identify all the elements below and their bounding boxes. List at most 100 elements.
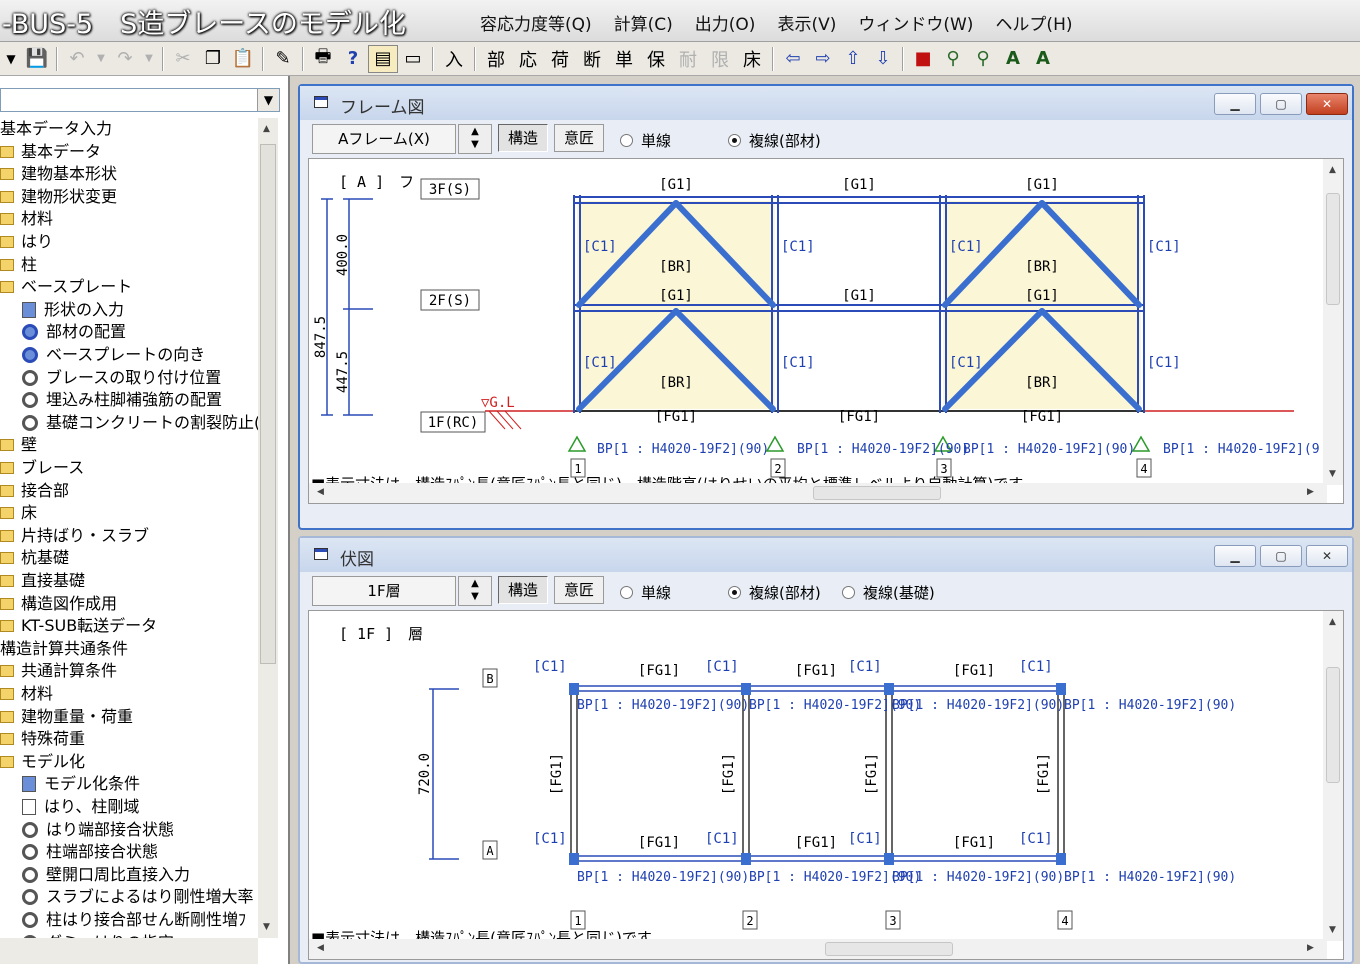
tree-item[interactable]: ベースプレートの向き: [22, 344, 205, 366]
menu-item-window[interactable]: ウィンドウ(W): [858, 10, 973, 35]
spin-down-icon[interactable]: ▼: [471, 139, 479, 150]
menu-item-output[interactable]: 出力(O): [695, 10, 756, 35]
tree-item[interactable]: 柱端部接合状態: [22, 841, 158, 863]
scroll-thumb[interactable]: [825, 942, 953, 956]
zoom-in-icon[interactable]: ⚲: [938, 45, 968, 73]
arrow-left-icon[interactable]: ⇦: [778, 45, 808, 73]
radio-dot[interactable]: [620, 586, 633, 599]
tree-item[interactable]: KT-SUB転送データ: [0, 615, 157, 637]
minimize-button[interactable]: ▁: [1214, 545, 1256, 567]
redo-icon[interactable]: ↷: [110, 45, 140, 73]
toolbar-limit-button[interactable]: 限: [704, 45, 736, 73]
tree-item[interactable]: 基本データ入力: [0, 118, 112, 140]
tree-vertical-scrollbar[interactable]: ▲ ▼: [258, 118, 278, 938]
tree-item[interactable]: ベースプレート: [0, 276, 132, 298]
tree-item[interactable]: 柱: [0, 254, 37, 276]
frame-drawing-canvas[interactable]: [ A ] フ 847.5 400.0 447.5 3F(S) 2F(S) 1F…: [308, 158, 1344, 504]
scroll-thumb[interactable]: [1326, 193, 1340, 305]
plan-vertical-scrollbar[interactable]: ▲ ▼: [1323, 611, 1343, 941]
radio-dot[interactable]: [728, 586, 741, 599]
tree-item[interactable]: 特殊荷重: [0, 728, 85, 750]
radio-dot[interactable]: [842, 586, 855, 599]
single-line-radio[interactable]: 単線: [620, 582, 671, 603]
tree-item[interactable]: 共通計算条件: [0, 660, 117, 682]
help-icon[interactable]: ?: [338, 45, 368, 73]
maximize-button[interactable]: ▢: [1260, 545, 1302, 567]
tree-item[interactable]: ブレースの取り付け位置: [22, 367, 221, 389]
tree-item[interactable]: はり端部接合状態: [22, 819, 174, 841]
tree-item[interactable]: はり、柱剛域: [22, 796, 139, 818]
spin-down-icon[interactable]: ▼: [471, 591, 479, 602]
double-line-foundation-radio[interactable]: 複線(基礎): [842, 582, 935, 603]
paste-icon[interactable]: 📋: [228, 45, 258, 73]
structure-mode-button[interactable]: 構造: [498, 576, 548, 604]
scroll-thumb[interactable]: [813, 486, 941, 500]
menu-item-stress[interactable]: 容応力度等(Q): [480, 10, 592, 35]
double-line-member-radio[interactable]: 複線(部材): [728, 130, 821, 151]
structure-mode-button[interactable]: 構造: [498, 124, 548, 152]
menu-item-help[interactable]: ヘルプ(H): [995, 10, 1072, 35]
tree-item[interactable]: 建物形状変更: [0, 186, 117, 208]
scroll-up-icon[interactable]: ▲: [1329, 165, 1336, 175]
tree-item[interactable]: 建物重量・荷重: [0, 706, 133, 728]
window-icon[interactable]: ▭: [398, 45, 428, 73]
chevron-down-icon[interactable]: ▼: [257, 89, 279, 111]
tree-item[interactable]: 壁開口周比直接入力: [22, 864, 190, 886]
tree-item[interactable]: 建物基本形状: [0, 163, 117, 185]
plan-horizontal-scrollbar[interactable]: ◀ ▶: [309, 939, 1327, 959]
frame-horizontal-scrollbar[interactable]: ◀ ▶: [309, 483, 1327, 503]
floor-spin-button[interactable]: ▲ ▼: [458, 576, 492, 606]
scroll-left-icon[interactable]: ◀: [317, 943, 324, 953]
tree-item[interactable]: 構造計算共通条件: [0, 638, 128, 660]
scroll-down-icon[interactable]: ▼: [1329, 469, 1336, 479]
copy-icon[interactable]: ❐: [198, 45, 228, 73]
scroll-left-icon[interactable]: ◀: [317, 487, 324, 497]
font-larger-icon[interactable]: A: [998, 45, 1028, 73]
spin-up-icon[interactable]: ▲: [471, 578, 479, 589]
toolbar-floor-button[interactable]: 床: [736, 45, 768, 73]
wizard-icon[interactable]: ✎: [268, 45, 298, 73]
zoom-out-icon[interactable]: ⚲: [968, 45, 998, 73]
scroll-right-icon[interactable]: ▶: [1307, 943, 1314, 953]
tree-item[interactable]: スラブによるはり剛性増大率: [22, 886, 254, 908]
arrow-down-icon[interactable]: ⇩: [868, 45, 898, 73]
tree-item[interactable]: 片持ばり・スラブ: [0, 525, 149, 547]
radio-dot[interactable]: [728, 134, 741, 147]
undo-dropdown-icon[interactable]: ▼: [92, 45, 110, 73]
arrow-up-icon[interactable]: ⇧: [838, 45, 868, 73]
tree-item[interactable]: 部材の配置: [22, 321, 126, 343]
toolbar-input-button[interactable]: 入: [438, 45, 470, 73]
tree-combo-box[interactable]: ▼: [0, 88, 280, 112]
scroll-thumb[interactable]: [260, 144, 276, 664]
redo-dropdown-icon[interactable]: ▼: [140, 45, 158, 73]
tree-item[interactable]: 材料: [0, 208, 53, 230]
dropdown-arrow-icon[interactable]: ▼: [0, 45, 22, 73]
arrow-right-icon[interactable]: ⇨: [808, 45, 838, 73]
tree-toggle-icon[interactable]: ▤: [368, 44, 398, 73]
tree-item[interactable]: ブレース: [0, 457, 84, 479]
tree-item[interactable]: 床: [0, 502, 37, 524]
toolbar-load-button[interactable]: 荷: [544, 45, 576, 73]
radio-dot[interactable]: [620, 134, 633, 147]
scroll-down-icon[interactable]: ▼: [1329, 925, 1336, 935]
tree-item[interactable]: 形状の入力: [22, 299, 124, 321]
menu-item-view[interactable]: 表示(V): [777, 10, 836, 35]
scroll-thumb[interactable]: [1326, 667, 1340, 783]
toolbar-unit-button[interactable]: 単: [608, 45, 640, 73]
toolbar-stress-button[interactable]: 応: [512, 45, 544, 73]
tree-item[interactable]: モデル化条件: [22, 773, 140, 795]
tree-item[interactable]: 接合部: [0, 480, 69, 502]
tree-item[interactable]: モデル化: [0, 751, 85, 773]
window-titlebar[interactable]: フレーム図 ▁ ▢ ✕: [300, 86, 1352, 120]
frame-selector[interactable]: Aフレーム(X): [312, 124, 456, 154]
double-line-member-radio[interactable]: 複線(部材): [728, 582, 821, 603]
spin-up-icon[interactable]: ▲: [471, 126, 479, 137]
single-line-radio[interactable]: 単線: [620, 130, 671, 151]
close-button[interactable]: ✕: [1306, 545, 1348, 567]
floor-selector[interactable]: 1F層: [312, 576, 456, 606]
scroll-down-icon[interactable]: ▼: [263, 922, 270, 932]
toolbar-retain-button[interactable]: 保: [640, 45, 672, 73]
menu-item-calc[interactable]: 計算(C): [614, 10, 673, 35]
tree-item[interactable]: 杭基礎: [0, 547, 69, 569]
close-button[interactable]: ✕: [1306, 93, 1348, 115]
